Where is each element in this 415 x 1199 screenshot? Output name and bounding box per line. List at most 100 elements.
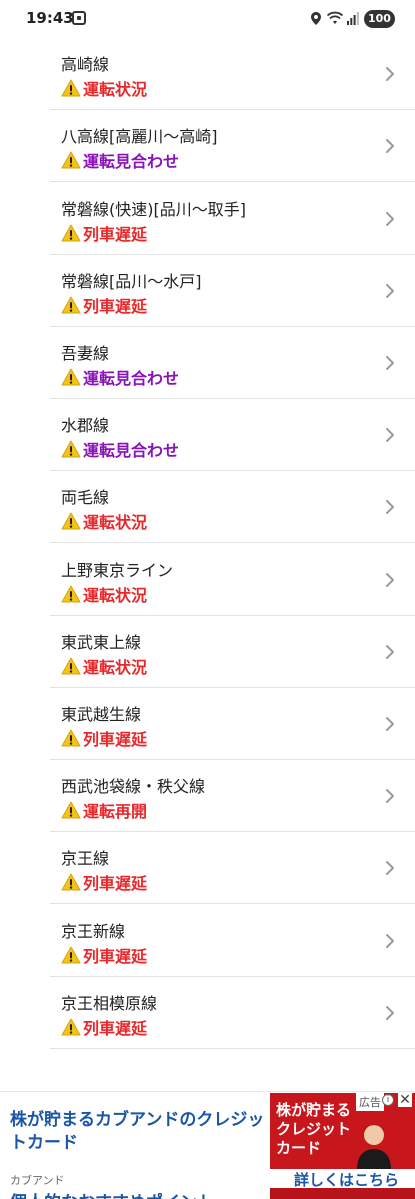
warning-icon [61,296,81,314]
line-row[interactable]: 高崎線運転状況 [50,38,415,111]
chevron-right-icon [386,500,394,515]
status-text: 運転見合わせ [83,369,180,388]
line-row[interactable]: 両毛線運転状況 [50,471,415,544]
location-icon [311,12,321,25]
line-status: 列車遅延 [61,294,147,316]
warning-icon [61,585,81,603]
chevron-right-icon [386,572,394,587]
status-text: 運転状況 [83,513,148,533]
chevron-right-icon [386,139,394,154]
chevron-right-icon [386,933,394,948]
signal-icon [347,12,359,25]
line-name: 東武越生線 [61,705,142,724]
chevron-right-icon [386,644,394,659]
close-icon[interactable]: ✕ [398,1093,412,1107]
line-row[interactable]: 東武越生線列車遅延 [50,688,415,760]
line-status: 運転見合わせ [61,438,179,460]
line-row[interactable]: 常磐線[品川〜水戸] 列車遅延 [50,255,415,327]
line-name: 東武東上線 [61,632,142,652]
line-status: 運転見合わせ [61,366,179,388]
status-text: 運転状況 [83,80,148,100]
line-name: 京王新線 [61,921,126,941]
chevron-right-icon [386,789,394,804]
line-status: 運転見合わせ [61,149,179,171]
line-status: 列車遅延 [61,222,147,244]
line-name: 京王相模原線 [61,993,158,1013]
status-text: 列車遅延 [83,874,148,894]
line-name: 八高線[高麗川〜高崎] [61,127,218,147]
screenshot-icon [72,11,86,25]
chevron-right-icon [386,67,394,82]
warning-icon [61,873,81,891]
line-row[interactable]: 東武東上線運転状況 [50,616,415,688]
chevron-right-icon [386,428,394,443]
line-name: 高崎線 [61,55,110,75]
ad-banner[interactable]: 株が貯まるカブアンドのクレジットカード 株が貯まるクレジットカード 広告 i ✕… [0,1091,415,1199]
warning-icon [61,440,81,458]
person-photo-icon [357,1124,391,1169]
line-name: 両毛線 [61,488,110,508]
chevron-right-icon [386,356,394,370]
status-text: 運転再開 [83,802,148,822]
line-row[interactable]: 京王新線列車遅延 [50,905,415,977]
warning-icon [61,657,81,675]
line-status: 運転状況 [61,655,147,677]
line-status: 列車遅延 [61,944,147,966]
line-status: 列車遅延 [61,727,147,749]
line-row[interactable]: 京王線列車遅延 [50,832,415,905]
chevron-right-icon [386,861,394,876]
chevron-right-icon [386,717,394,731]
line-name: 上野東京ライン [61,560,174,580]
battery-indicator: 100 [364,10,395,28]
line-name: 水郡線 [61,416,110,436]
status-text: 運転状況 [83,657,148,677]
warning-icon [61,79,81,97]
ad-cta-link[interactable]: 詳しくはこちら [294,1169,399,1190]
status-bar: 19:43 100 [0,0,415,38]
warning-icon [61,946,81,964]
info-icon[interactable]: i [382,1094,394,1106]
warning-icon [61,801,81,819]
line-status: 運転状況 [61,77,147,99]
ad-image-strip [270,1188,415,1199]
line-status: 運転状況 [61,583,147,605]
chevron-right-icon [386,283,394,298]
chevron-right-icon [386,211,394,226]
status-text: 運転見合わせ [83,441,180,461]
ad-title[interactable]: 株が貯まるカブアンドのクレジットカード [10,1109,266,1155]
line-status: 運転状況 [61,510,147,532]
ad-extra-text: 個人的なおすすめポイント [10,1188,214,1199]
ad-image-text: 株が貯まるクレジットカード [276,1101,352,1157]
line-name: 吾妻線 [61,344,110,363]
status-text: 列車遅延 [83,946,148,966]
line-row[interactable]: 上野東京ライン 運転状況 [50,544,415,616]
line-name: 常磐線[品川〜水戸] [61,271,202,291]
warning-icon [61,151,81,169]
line-status: 運転再開 [61,799,147,821]
line-row[interactable]: 水郡線運転見合わせ [50,399,415,472]
line-row[interactable]: 八高線[高麗川〜高崎] 運転見合わせ [50,110,415,183]
warning-icon [61,224,81,242]
warning-icon [61,729,81,747]
line-status: 列車遅延 [61,871,147,893]
status-text: 運転状況 [83,585,148,605]
warning-icon [61,1018,81,1036]
ad-label: 広告 [356,1093,384,1111]
ad-advertiser: カブアンド [10,1174,65,1187]
line-name: 西武池袋線・秩父線 [61,777,206,797]
status-text: 列車遅延 [83,224,148,244]
line-row[interactable]: 常磐線(快速)[品川〜取手] 列車遅延 [50,183,415,255]
line-row[interactable]: 西武池袋線・秩父線運転再開 [50,760,415,833]
status-text: 列車遅延 [83,1018,148,1038]
chevron-right-icon [386,1005,394,1020]
status-text: 運転見合わせ [83,152,180,172]
status-text: 列車遅延 [83,296,148,316]
line-row[interactable]: 京王相模原線列車遅延 [50,977,415,1049]
status-time: 19:43 [26,9,74,27]
warning-icon [61,512,81,530]
line-name: 京王線 [61,849,110,869]
warning-icon [61,368,81,386]
line-row[interactable]: 吾妻線運転見合わせ [50,327,415,399]
ad-image[interactable]: 株が貯まるクレジットカード [270,1093,415,1169]
status-text: 列車遅延 [83,730,148,749]
